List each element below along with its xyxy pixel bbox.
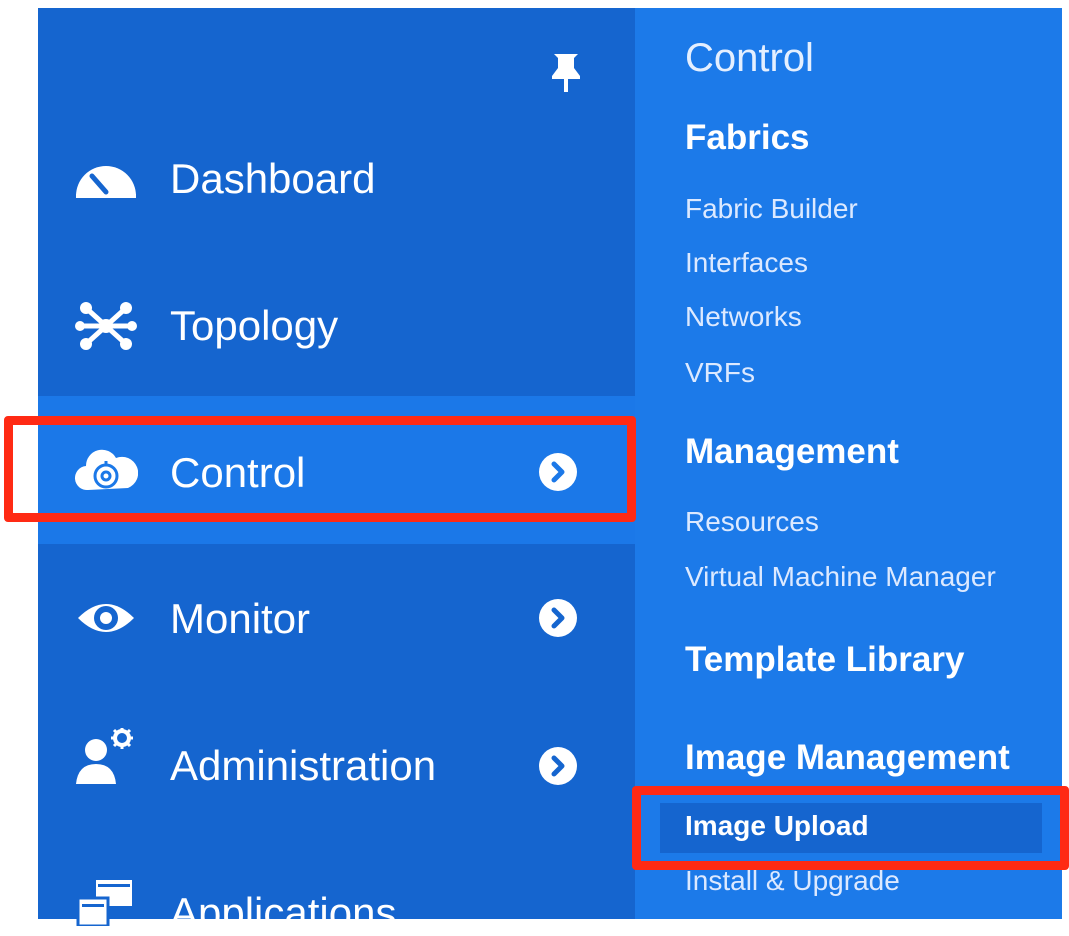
flyout-title: Control: [685, 36, 814, 80]
menu-item-interfaces[interactable]: Interfaces: [685, 249, 808, 277]
chevron-right-icon[interactable]: [538, 598, 578, 638]
eye-icon: [74, 594, 138, 642]
section-heading-image-management: Image Management: [685, 738, 1010, 777]
menu-item-install-upgrade[interactable]: Install & Upgrade: [685, 867, 900, 895]
section-heading-fabrics: Fabrics: [685, 118, 810, 157]
highlight-box-control: [4, 416, 636, 522]
sidebar-item-label: Dashboard: [170, 155, 376, 202]
gauge-icon: [74, 156, 138, 204]
admin-user-gear-icon: [74, 727, 138, 784]
topology-icon: [74, 302, 138, 350]
highlight-box-image-upload: [632, 786, 1069, 870]
menu-item-fabric-builder[interactable]: Fabric Builder: [685, 195, 858, 223]
chevron-right-icon[interactable]: [538, 746, 578, 786]
menu-item-resources[interactable]: Resources: [685, 508, 819, 536]
sidebar-item-label: Administration: [170, 742, 437, 789]
section-heading-template-library[interactable]: Template Library: [685, 642, 964, 677]
section-heading-management: Management: [685, 432, 899, 471]
menu-item-networks[interactable]: Networks: [685, 303, 802, 331]
sidebar-item-label: Topology: [170, 302, 339, 349]
sidebar-item-label: Applications: [170, 889, 397, 936]
menu-item-virtual-machine-manager[interactable]: Virtual Machine Manager: [685, 563, 996, 591]
sidebar-item-label: Monitor: [170, 595, 311, 642]
pin-icon[interactable]: [546, 50, 586, 94]
menu-item-vrfs[interactable]: VRFs: [685, 359, 755, 387]
